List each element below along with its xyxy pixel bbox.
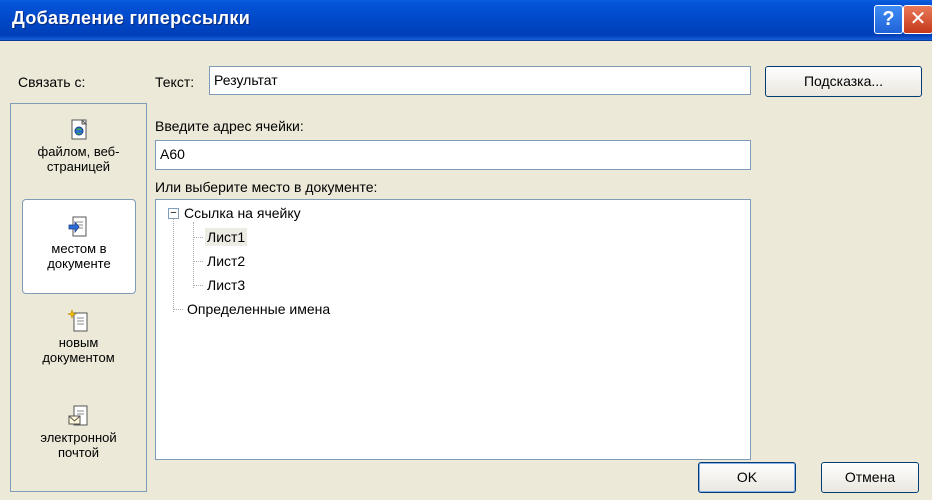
web-page-icon	[71, 119, 87, 140]
cell-address-input[interactable]: A60	[155, 140, 751, 170]
hint-button[interactable]: Подсказка...	[765, 66, 922, 97]
tree-line	[193, 285, 203, 286]
tree-node-cell-reference[interactable]: Ссылка на ячейку	[182, 204, 303, 222]
link-type-email-line2: почтой	[57, 445, 100, 460]
tree-node-sheet1[interactable]: Лист1	[205, 228, 248, 246]
email-icon	[68, 405, 87, 426]
cancel-button[interactable]: Отмена	[821, 462, 919, 493]
link-type-web-page[interactable]: файлом, веб- страницей	[21, 118, 136, 174]
link-type-web-page-line1: файлом, веб-	[37, 144, 120, 159]
link-type-web-page-line2: страницей	[46, 159, 111, 174]
tree-line	[173, 219, 174, 312]
tree-node-defined-names[interactable]: Определенные имена	[185, 300, 332, 318]
tree-line	[193, 237, 203, 238]
close-icon[interactable]: ✕	[903, 5, 932, 34]
link-type-place-in-document[interactable]: местом в документе	[22, 199, 136, 294]
tree-line	[193, 261, 203, 262]
address-label: Введите адрес ячейки:	[155, 118, 304, 134]
place-in-document-icon	[68, 216, 87, 237]
text-input[interactable]: Результат	[209, 66, 751, 95]
ok-button[interactable]: OK	[698, 462, 796, 493]
link-type-place-line2: документе	[47, 256, 111, 271]
link-type-email[interactable]: электронной почтой	[21, 404, 136, 460]
document-place-tree[interactable]: − Ссылка на ячейку Лист1 Лист2 Лист3 Опр…	[155, 199, 751, 460]
new-document-icon	[66, 309, 87, 332]
text-label: Текст:	[155, 74, 195, 90]
link-type-new-document[interactable]: новым документом	[21, 309, 136, 365]
tree-line	[193, 222, 194, 288]
link-with-label: Связать с:	[18, 74, 86, 90]
link-type-email-line1: электронной	[40, 430, 117, 445]
link-type-new-doc-line1: новым	[58, 335, 99, 350]
collapse-icon[interactable]: −	[168, 208, 179, 219]
tree-node-sheet3[interactable]: Лист3	[205, 276, 247, 294]
tree-line	[173, 309, 183, 310]
window-title: Добавление гиперссылки	[12, 8, 251, 28]
tree-node-sheet2[interactable]: Лист2	[205, 252, 247, 270]
link-type-panel: файлом, веб- страницей местом в документ…	[10, 103, 147, 492]
place-label: Или выберите место в документе:	[155, 179, 378, 195]
link-type-place-line1: местом в	[51, 241, 107, 256]
title-bar[interactable]: Добавление гиперссылки ? ✕	[0, 0, 932, 41]
link-type-new-doc-line2: документом	[42, 350, 115, 365]
question-icon[interactable]: ?	[874, 5, 903, 34]
